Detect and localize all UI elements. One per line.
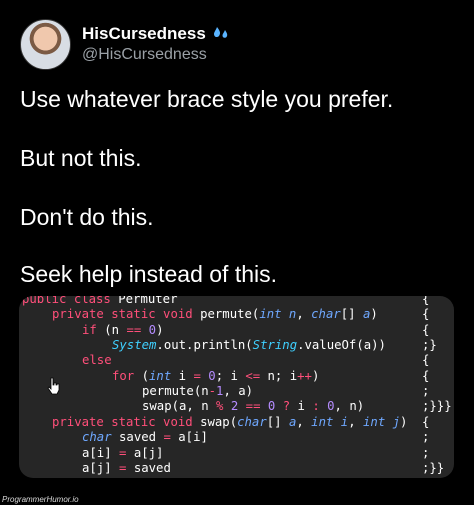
brace-column-item: ; (422, 430, 430, 444)
code-line-swap-call: swap(a, n % 2 == 0 ? i : 0, n) (142, 399, 365, 413)
brace-column-item: ;}} (422, 461, 445, 475)
avatar[interactable] (20, 18, 71, 70)
code-line-saved: char saved = a[i] (82, 430, 208, 444)
brace-column-item: { (422, 415, 430, 429)
brace-column-item: { (422, 296, 430, 306)
sweat-droplets-icon (213, 27, 228, 39)
tweet-text-line: Use whatever brace style you prefer. (20, 86, 394, 112)
watermark: ProgrammerHumor.io (2, 495, 79, 504)
tweet-header: HisCursedness @HisCursedness (20, 18, 231, 70)
code-line-if: if (n == 0) (82, 323, 164, 337)
tweet-text-line: But not this. (20, 145, 142, 171)
code-line-class: public class Permuter (22, 296, 178, 306)
handle[interactable]: @HisCursedness (82, 46, 231, 64)
brace-column-item: ; (422, 446, 430, 460)
display-name[interactable]: HisCursedness (82, 24, 206, 44)
tweet-text-line: Don't do this. (20, 204, 154, 230)
code-line-println: System.out.println(String.valueOf(a)) (112, 338, 386, 352)
display-name-row[interactable]: HisCursedness (82, 24, 231, 44)
brace-column-item: ;} (422, 338, 437, 352)
code-line-assign-aj: a[j] = saved (82, 461, 171, 475)
hand-cursor-icon (47, 377, 60, 395)
code-line-assign-ai: a[i] = a[j] (82, 446, 164, 460)
tweet-text-line: Seek help instead of this. (20, 261, 277, 287)
code-line-permute-signature: private static void permute(int n, char[… (52, 307, 378, 321)
code-line-swap-signature: private static void swap(char[] a, int i… (52, 415, 408, 429)
brace-column-item: { (422, 323, 430, 337)
brace-column-item: ; (422, 384, 430, 398)
brace-column-item: { (422, 307, 430, 321)
brace-column-item: { (422, 353, 430, 367)
code-line-permute-call: permute(n-1, a) (142, 384, 254, 398)
author-names: HisCursedness @HisCursedness (82, 24, 231, 65)
code-screenshot[interactable]: public class Permuter private static voi… (19, 296, 454, 478)
code-line-else: else (82, 353, 112, 367)
code-line-for: for (int i = 0; i <= n; i++) (112, 369, 320, 383)
brace-column-item: ;}}} (422, 399, 452, 413)
brace-column-item: { (422, 369, 430, 383)
